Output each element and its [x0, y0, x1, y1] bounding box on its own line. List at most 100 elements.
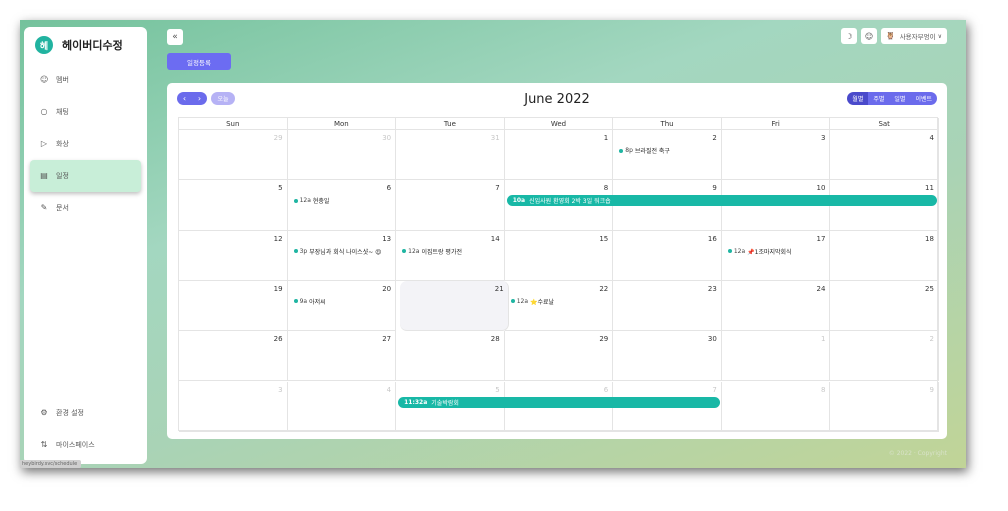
double-chevron-left-icon: «: [172, 32, 178, 42]
sidebar-item-label: 환경 설정: [56, 409, 84, 417]
view-month-button[interactable]: 월별: [847, 92, 869, 105]
event-time: 12a: [516, 297, 529, 305]
day-number: 30: [382, 134, 392, 142]
day-cell[interactable]: 4: [830, 130, 939, 181]
brand-logo: 헤: [35, 36, 53, 54]
day-number: 15: [599, 234, 609, 243]
calendar-event[interactable]: 12a 📌1조마지막회식: [727, 247, 792, 256]
multi-day-event[interactable]: 10a 신입사원 환영회 2박 3일 워크숍: [506, 195, 937, 207]
day-number: 21: [494, 284, 504, 293]
weekday-header: Sun: [179, 118, 288, 130]
day-cell[interactable]: 18: [830, 230, 939, 281]
day-cell[interactable]: 21: [400, 280, 509, 332]
day-cell[interactable]: 6: [287, 180, 397, 231]
day-number: 4: [929, 134, 934, 142]
day-cell[interactable]: 3: [721, 130, 831, 181]
event-title: 이집트랑 평가전: [421, 248, 462, 256]
day-cell[interactable]: 19: [179, 280, 288, 332]
day-number: 5: [278, 184, 283, 193]
event-dot-icon: [293, 198, 298, 203]
day-cell[interactable]: 8: [721, 381, 831, 432]
day-cell[interactable]: 29: [504, 331, 614, 382]
calendar-event[interactable]: 3p 부장님과 회식 나이스샷~ 😍: [293, 247, 382, 256]
day-cell[interactable]: 9: [830, 381, 939, 432]
add-schedule-button[interactable]: 일정등록: [167, 53, 231, 70]
day-cell[interactable]: 22: [504, 280, 614, 332]
day-cell[interactable]: 30: [287, 130, 397, 181]
sidebar-item-myspace[interactable]: ⇅ 마이스페이스: [30, 429, 141, 461]
sidebar-item-video[interactable]: ▷ 화상: [30, 128, 141, 160]
sidebar-item-chat[interactable]: ○ 채팅: [30, 96, 141, 128]
day-cell[interactable]: 31: [396, 130, 505, 181]
event-time: 12a: [733, 247, 746, 255]
event-dot-icon: [619, 148, 624, 153]
day-cell[interactable]: 26: [179, 331, 288, 382]
day-cell[interactable]: 12: [179, 230, 288, 281]
day-cell[interactable]: 2: [613, 130, 722, 181]
day-number: 16: [707, 234, 717, 243]
calendar-event[interactable]: 12a 현충일: [293, 196, 330, 206]
day-cell[interactable]: 28: [396, 331, 505, 382]
day-cell[interactable]: 29: [179, 130, 288, 181]
day-cell[interactable]: 27: [287, 331, 397, 382]
event-title: 기술박람회: [431, 399, 459, 407]
day-number: 9: [929, 385, 934, 394]
calendar-event[interactable]: 9a 아저씨: [293, 297, 326, 306]
day-number: 18: [925, 234, 934, 243]
user-name: 사용자부엉이: [899, 33, 936, 41]
day-cell[interactable]: 16: [613, 230, 722, 281]
view-event-button[interactable]: 이벤트: [910, 92, 937, 105]
event-dot-icon: [402, 249, 407, 254]
chat-icon: ○: [40, 107, 48, 116]
multi-day-event[interactable]: 11:32a 기술박람회: [398, 396, 720, 408]
sidebar-item-settings[interactable]: ⚙ 환경 설정: [30, 397, 141, 429]
day-cell[interactable]: 3: [179, 381, 288, 432]
day-number: 19: [273, 284, 283, 293]
calendar-event[interactable]: 8p 브라질전 축구: [619, 146, 670, 155]
day-cell[interactable]: 17: [721, 230, 831, 281]
user-menu-button[interactable]: 🦉 사용자부엉이 ∨: [880, 28, 947, 44]
day-cell[interactable]: 13: [287, 230, 397, 281]
event-title: 부장님과 회식 나이스샷~ 😍: [309, 248, 382, 256]
day-number: 7: [712, 385, 717, 394]
day-cell[interactable]: 1: [721, 331, 831, 382]
calendar-event[interactable]: 12a ⭐수료날: [510, 297, 554, 306]
sidebar-item-schedule[interactable]: ▤ 일정: [30, 160, 141, 192]
day-cell[interactable]: 23: [613, 280, 722, 332]
day-cell[interactable]: 2: [830, 331, 939, 382]
day-cell[interactable]: 4: [287, 381, 397, 432]
day-cell[interactable]: 24: [721, 280, 831, 332]
brand[interactable]: 헤 헤이버디수정: [35, 36, 123, 54]
status-tooltip: heybirdy.svc/schedule: [20, 460, 82, 468]
view-week-button[interactable]: 주별: [868, 92, 890, 105]
event-title: 현충일: [312, 198, 330, 206]
day-cell[interactable]: 5: [179, 180, 288, 231]
day-number: 22: [599, 284, 609, 293]
day-cell[interactable]: 14: [396, 230, 505, 281]
day-cell[interactable]: 7: [396, 180, 505, 231]
day-cell[interactable]: 1: [504, 130, 614, 181]
month-grid: Sun Mon Tue Wed Thu Fri Sat 29 30 31 1 2 3 4 5 6 7 8 9 10 11…: [178, 117, 939, 432]
day-cell[interactable]: 25: [830, 280, 939, 332]
top-right-controls: ☽ ☺ 🦉 사용자부엉이 ∨: [840, 28, 947, 44]
brand-name: 헤이버디수정: [62, 39, 123, 52]
day-number: 24: [816, 284, 826, 293]
sidebar-item-docs[interactable]: ✎ 문서: [30, 192, 141, 224]
day-number: 10: [816, 184, 826, 193]
day-number: 17: [816, 234, 826, 243]
sidebar-item-label: 멤버: [56, 76, 69, 84]
calendar-title: June 2022: [524, 92, 590, 107]
collapse-sidebar-button[interactable]: «: [167, 29, 183, 45]
day-cell[interactable]: 15: [504, 230, 614, 281]
profile-button[interactable]: ☺: [860, 28, 877, 44]
view-day-button[interactable]: 일별: [889, 92, 911, 105]
day-cell[interactable]: 20: [287, 280, 397, 332]
day-cell[interactable]: 30: [613, 331, 722, 382]
calendar-event[interactable]: 12a 이집트랑 평가전: [402, 247, 462, 256]
dark-mode-button[interactable]: ☽: [840, 28, 857, 44]
weekday-header: Thu: [613, 118, 722, 130]
event-time: 10a: [512, 197, 526, 205]
sidebar-item-label: 채팅: [56, 108, 69, 116]
sidebar-item-members[interactable]: ☺ 멤버: [30, 64, 141, 96]
event-time: 12a: [299, 197, 311, 205]
